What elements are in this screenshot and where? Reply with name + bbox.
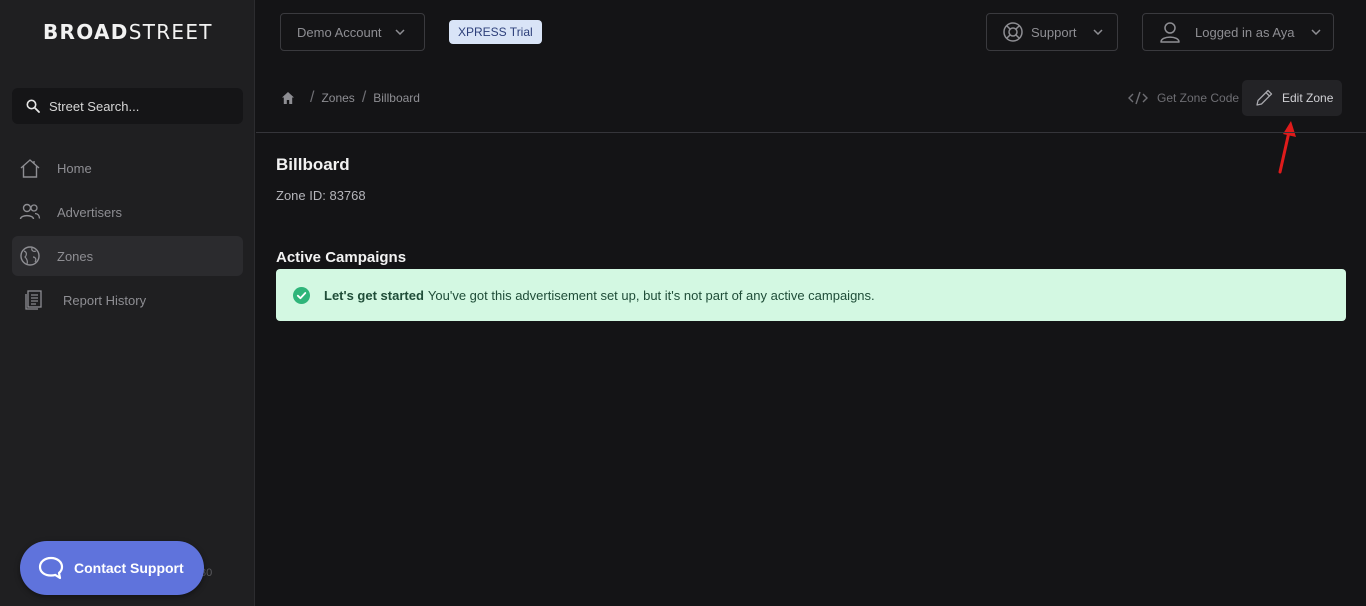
sidebar-item-label: Advertisers [57, 204, 123, 220]
lifebuoy-icon [1003, 22, 1023, 42]
trial-badge[interactable]: XPRESS Trial [449, 20, 542, 44]
user-icon [1160, 22, 1180, 43]
sidebar: BROADSTREET Home Advertisers Zones Repor… [0, 0, 255, 606]
get-zone-code-button[interactable]: Get Zone Code [1128, 88, 1239, 108]
sidebar-item-label: Report History [63, 292, 147, 308]
search-icon [26, 99, 40, 113]
zone-id-text: Zone ID: 83768 [276, 188, 366, 203]
chevron-down-icon [1310, 29, 1321, 35]
chat-bubble-icon [38, 556, 64, 580]
sidebar-item-label: Home [57, 160, 92, 176]
chevron-down-icon [1093, 29, 1103, 35]
code-icon [1128, 91, 1148, 105]
alert-title: Let's get started [324, 287, 424, 303]
sidebar-item-report-history[interactable]: Report History [12, 280, 243, 320]
edit-zone-button[interactable]: Edit Zone [1242, 80, 1342, 116]
chevron-down-icon [395, 29, 405, 35]
annotation-arrow [1278, 121, 1296, 174]
sidebar-item-advertisers[interactable]: Advertisers [12, 192, 243, 232]
pencil-icon [1256, 89, 1273, 106]
get-zone-code-label: Get Zone Code [1157, 91, 1240, 105]
street-search[interactable] [12, 88, 243, 124]
brand-logo[interactable]: BROADSTREET [43, 20, 213, 44]
no-campaigns-alert: Let's get started You've got this advert… [276, 269, 1346, 321]
globe-icon [19, 245, 41, 267]
brand-logo-light: STREET [128, 20, 213, 44]
user-menu-dropdown[interactable]: Logged in as Aya [1142, 13, 1334, 51]
page-title: Billboard [276, 155, 350, 174]
alert-message: You've got this advertisement set up, bu… [427, 287, 875, 303]
sidebar-item-home[interactable]: Home [12, 148, 243, 188]
search-input[interactable] [49, 98, 229, 114]
edit-zone-label: Edit Zone [1282, 91, 1334, 105]
support-dropdown-label: Support [1031, 24, 1077, 40]
contact-support-button[interactable]: Contact Support [20, 541, 204, 595]
active-campaigns-heading: Active Campaigns [276, 249, 407, 266]
account-dropdown[interactable]: Demo Account [280, 13, 425, 51]
breadcrumb: / Zones / Billboard [281, 88, 420, 108]
home-icon[interactable] [281, 91, 295, 105]
breadcrumb-separator: / [361, 89, 367, 106]
report-icon [23, 289, 45, 311]
support-dropdown[interactable]: Support [986, 13, 1118, 51]
breadcrumb-item-zones[interactable]: Zones [321, 91, 354, 105]
sidebar-item-zones[interactable]: Zones [12, 236, 243, 276]
header-divider [256, 132, 1366, 133]
breadcrumb-item-current: Billboard [373, 91, 420, 105]
contact-support-label: Contact Support [74, 560, 184, 576]
user-menu-label: Logged in as Aya [1195, 24, 1295, 40]
account-dropdown-label: Demo Account [297, 24, 382, 40]
home-icon [19, 157, 41, 179]
sidebar-item-label: Zones [57, 248, 94, 264]
check-circle-icon [293, 286, 310, 304]
breadcrumb-separator: / [310, 89, 315, 106]
brand-logo-bold: BROAD [43, 20, 129, 44]
users-icon [19, 201, 41, 223]
